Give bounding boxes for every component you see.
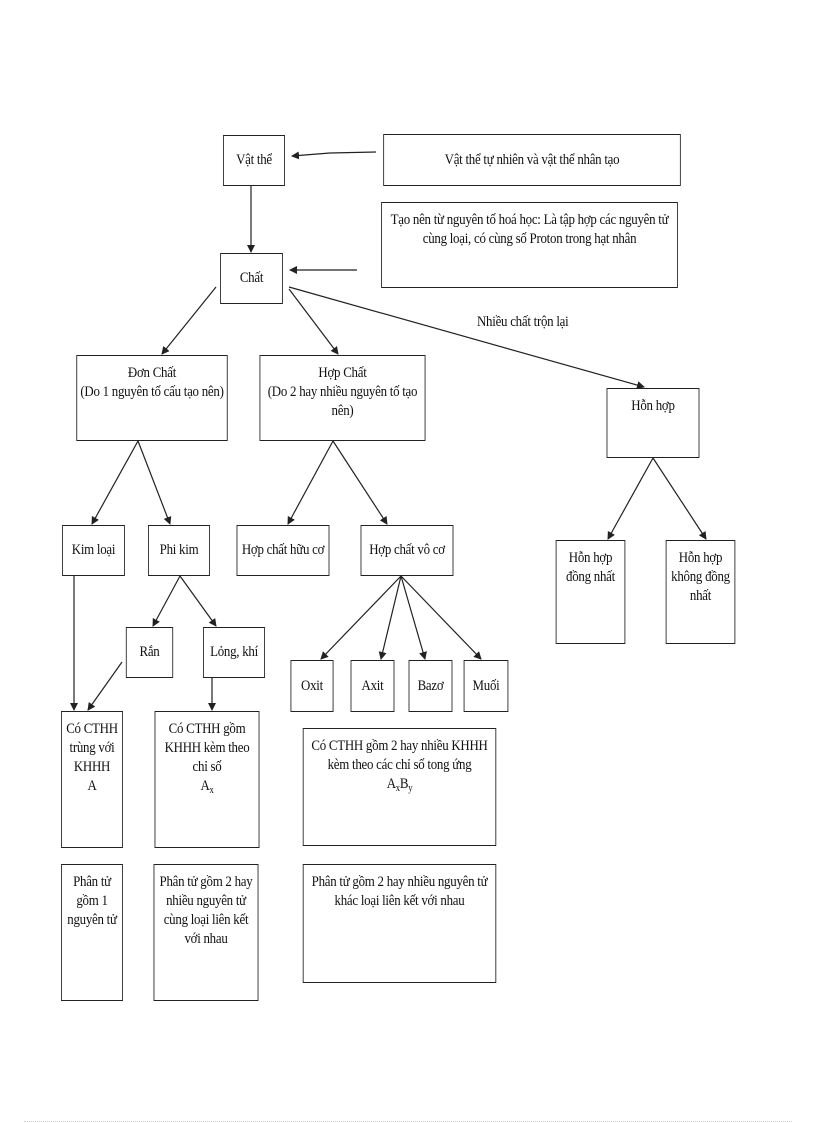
node-hop-chat-vo-co: Hợp chất vô cơ [360, 525, 454, 576]
node-muoi: Muối [463, 660, 509, 712]
node-chat-description: Tạo nên từ nguyên tố hoá học: Là tập hợp… [381, 202, 678, 288]
arrow-vat-the-desc-to-vat-the [291, 151, 377, 160]
node-kim-loai: Kim loại [62, 525, 125, 576]
arrow-chat-to-don-chat [161, 286, 217, 355]
node-don-chat: Đơn Chất (Do 1 nguyên tố cấu tạo nên) [76, 355, 228, 441]
node-hon-hop-khong-dong-nhat: Hỗn hợp không đồng nhất [665, 540, 736, 644]
node-phan-tu-kim-loai: Phân tử gồm 1 nguyên tử [61, 864, 123, 1001]
concept-map: Vật thể Vật thể tự nhiên và vật thể nhân… [0, 0, 816, 1123]
node-hop-chat: Hợp Chất (Do 2 hay nhiều nguyên tố tạo n… [259, 355, 426, 441]
arrow-ran-to-cthh [87, 661, 123, 711]
node-vat-the: Vật thể [223, 135, 285, 186]
node-ran: Rắn [125, 627, 174, 678]
arrow-vo-co-to-oxit [320, 575, 402, 660]
formula-a: A [87, 778, 97, 794]
node-oxit: Oxit [290, 660, 334, 712]
arrow-hop-chat-to-vo-co [332, 440, 388, 525]
formula-ax: Ax [200, 778, 214, 796]
edge-label-chat-to-hon-hop: Nhiều chất trộn lại [477, 314, 569, 330]
node-hon-hop: Hỗn hợp [606, 388, 700, 458]
arrow-don-chat-to-phi-kim [137, 440, 172, 525]
node-phan-tu-hop-chat: Phân tử gồm 2 hay nhiều nguyên tử khác l… [302, 864, 497, 983]
node-hon-hop-dong-nhat: Hỗn hợp đồng nhất [555, 540, 626, 644]
node-axit: Axit [350, 660, 395, 712]
arrow-don-chat-to-kim-loai [91, 440, 139, 525]
arrow-vo-co-to-axit [378, 575, 402, 660]
node-bazo: Bazơ [408, 660, 453, 712]
node-long-khi: Lỏng, khí [203, 627, 265, 678]
arrow-phi-kim-to-ran [152, 575, 181, 627]
chat-description-line-1: Tạo nên từ nguyên tố hoá học: Là tập hợp… [390, 212, 669, 228]
arrow-hon-hop-to-dong-nhat [607, 457, 654, 540]
node-cthh-kim-loai: Có CTHH trùng với KHHH A [61, 711, 123, 848]
node-cthh-hop-chat: Có CTHH gồm 2 hay nhiều KHHH kèm theo cá… [302, 728, 497, 846]
hop-chat-title: Hợp Chất [318, 365, 367, 381]
node-cthh-phi-kim: Có CTHH gồm KHHH kèm theo chỉ số Ax [154, 711, 260, 848]
node-vat-the-description: Vật thể tự nhiên và vật thể nhân tạo [383, 134, 681, 186]
formula-axby: AxBy [386, 776, 413, 794]
arrow-phi-kim-to-long-khi [179, 575, 217, 627]
chat-description-line-2: cùng loại, có cùng số Proton trong hạt n… [422, 231, 637, 247]
page-footer-divider [24, 1121, 792, 1122]
hop-chat-subtitle: (Do 2 hay nhiều nguyên tố tạo nên) [267, 384, 418, 419]
node-chat: Chất [220, 253, 283, 304]
arrow-hon-hop-to-khong-dong-nhat [652, 457, 707, 540]
don-chat-subtitle: (Do 1 nguyên tố cấu tạo nên) [80, 384, 224, 400]
node-phi-kim: Phi kim [148, 525, 210, 576]
arrow-hop-chat-to-huu-co [287, 440, 334, 525]
node-hop-chat-huu-co: Hợp chất hữu cơ [236, 525, 330, 576]
node-phan-tu-phi-kim: Phân tử gồm 2 hay nhiều nguyên tử cùng l… [153, 864, 259, 1001]
don-chat-title: Đơn Chất [127, 365, 177, 381]
